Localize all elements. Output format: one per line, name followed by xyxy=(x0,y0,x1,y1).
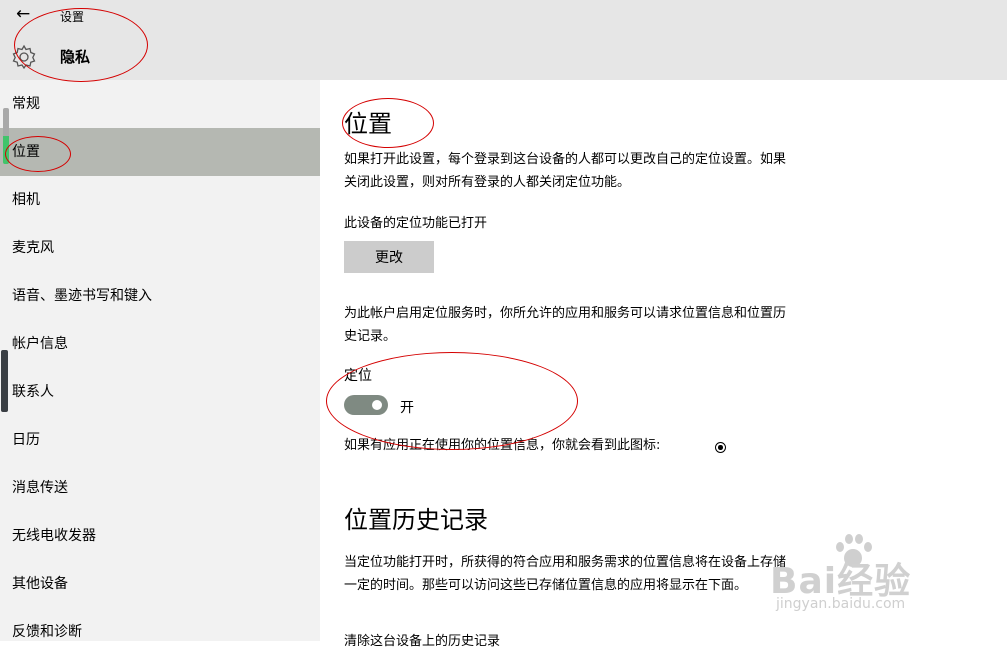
history-text: 当定位功能打开时，所获得的符合应用和服务需求的位置信息将在设备上存储一定的时间。… xyxy=(344,555,787,593)
gear-icon xyxy=(12,44,36,70)
location-label: 定位 xyxy=(344,368,372,384)
sidebar-item-location[interactable]: 位置 xyxy=(0,128,320,176)
location-in-use-icon xyxy=(715,442,726,453)
sidebar-item-contacts[interactable]: 联系人 xyxy=(0,368,320,416)
toggle-knob xyxy=(372,400,382,410)
sidebar-item-account-info[interactable]: 帐户信息 xyxy=(0,320,320,368)
sidebar-item-calendar[interactable]: 日历 xyxy=(0,416,320,464)
watermark-url: jingyan.baidu.com xyxy=(776,596,906,612)
sidebar-item-other-devices[interactable]: 其他设备 xyxy=(0,560,320,608)
sidebar: 常规 位置 相机 麦克风 语音、墨迹书写和键入 帐户信息 联系人 日历 消息传送… xyxy=(0,80,320,641)
location-toggle[interactable] xyxy=(344,395,388,415)
sidebar-item-feedback[interactable]: 反馈和诊断 xyxy=(0,608,320,656)
side-handle xyxy=(1,350,8,412)
sidebar-item-camera[interactable]: 相机 xyxy=(0,176,320,224)
section-title: 位置 xyxy=(344,110,392,138)
intro-text: 如果打开此设置，每个登录到这台设备的人都可以更改自己的定位设置。如果关闭此设置，… xyxy=(344,152,787,190)
account-text: 为此帐户启用定位服务时，你所允许的应用和服务可以请求位置信息和位置历史记录。 xyxy=(344,306,787,344)
sidebar-item-speech-inking[interactable]: 语音、墨迹书写和键入 xyxy=(0,272,320,320)
icon-hint-text: 如果有应用正在使用你的位置信息，你就会看到此图标: xyxy=(344,438,661,453)
sidebar-item-messaging[interactable]: 消息传送 xyxy=(0,464,320,512)
baidu-watermark: Bai经验 jingyan.baidu.com xyxy=(770,530,1000,630)
scrollbar[interactable] xyxy=(3,108,9,164)
title-bar: ← 设置 隐私 xyxy=(0,0,1007,80)
device-status-text: 此设备的定位功能已打开 xyxy=(344,216,488,231)
change-button[interactable]: 更改 xyxy=(344,241,434,273)
sidebar-item-general[interactable]: 常规 xyxy=(0,80,320,128)
sidebar-item-microphone[interactable]: 麦克风 xyxy=(0,224,320,272)
page-heading: 隐私 xyxy=(60,48,91,66)
toggle-state-label: 开 xyxy=(400,400,414,416)
window-title: 设置 xyxy=(60,10,85,24)
back-arrow-icon[interactable]: ← xyxy=(16,4,30,24)
history-section-title: 位置历史记录 xyxy=(344,506,488,534)
clear-history-label: 清除这台设备上的历史记录 xyxy=(344,634,501,649)
sidebar-item-radios[interactable]: 无线电收发器 xyxy=(0,512,320,560)
